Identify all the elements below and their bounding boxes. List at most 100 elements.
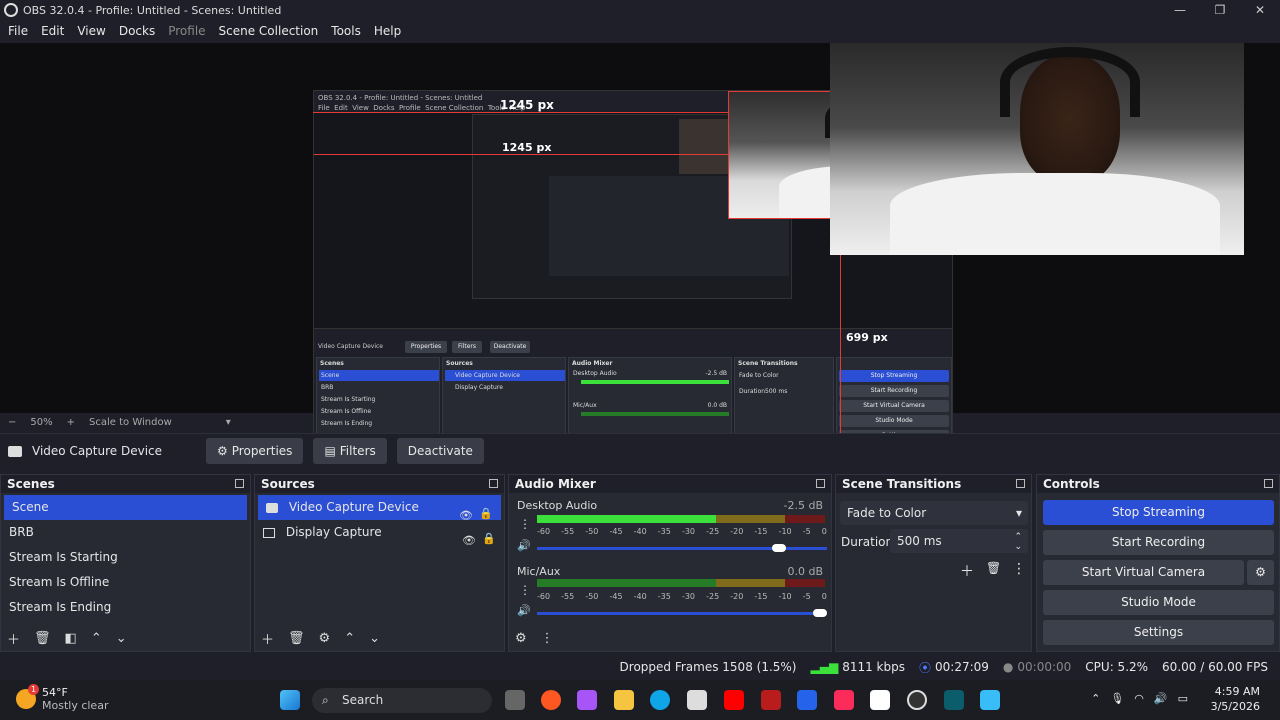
more-options-icon[interactable]: ⋮ bbox=[541, 631, 554, 646]
search-icon: ⌕ bbox=[322, 693, 329, 707]
maximize-button[interactable]: ❐ bbox=[1200, 0, 1240, 20]
nested-menu-view: View bbox=[352, 104, 369, 112]
volume-slider[interactable] bbox=[537, 544, 827, 552]
menu-help[interactable]: Help bbox=[374, 24, 401, 38]
microphone-icon[interactable]: 🎙 bbox=[1110, 692, 1124, 705]
menu-bar: File Edit View Docks Profile Scene Colle… bbox=[0, 20, 1280, 42]
webcam-feed[interactable] bbox=[830, 43, 1244, 255]
more-options-icon[interactable]: ⋮ bbox=[519, 583, 531, 597]
remove-source-icon[interactable]: 🗑 bbox=[288, 631, 305, 646]
slider-knob[interactable] bbox=[813, 609, 827, 617]
virtual-camera-settings-button[interactable]: ⚙ bbox=[1247, 560, 1274, 585]
start-recording-button[interactable]: Start Recording bbox=[1043, 530, 1274, 555]
visibility-eye-icon[interactable]: 👁 bbox=[462, 528, 476, 553]
gear-icon[interactable]: ⚙ bbox=[319, 631, 331, 646]
copilot-icon[interactable] bbox=[577, 690, 597, 710]
capcut-icon[interactable] bbox=[870, 690, 890, 710]
file-explorer-icon[interactable] bbox=[614, 690, 634, 710]
remove-transition-icon[interactable]: 🗑 bbox=[986, 561, 1001, 575]
obs-icon[interactable] bbox=[907, 690, 927, 710]
weather-widget[interactable]: 1 54°F Mostly clear bbox=[16, 684, 108, 712]
scene-item[interactable]: Stream Is Offline bbox=[1, 570, 250, 595]
undock-icon[interactable] bbox=[1016, 479, 1025, 488]
edge-icon[interactable] bbox=[650, 690, 670, 710]
task-view-icon[interactable] bbox=[505, 690, 525, 710]
scale-tick: -60 bbox=[537, 592, 551, 601]
nested-duration-value: 500 ms bbox=[765, 388, 788, 395]
taskbar-search[interactable]: ⌕ Search bbox=[312, 688, 492, 713]
chevron-down-icon[interactable]: ▾ bbox=[226, 417, 231, 428]
add-source-icon[interactable]: ＋ bbox=[261, 629, 274, 648]
menu-view[interactable]: View bbox=[77, 24, 105, 38]
zoom-out-button[interactable]: − bbox=[8, 417, 16, 428]
move-down-icon[interactable]: ⌄ bbox=[116, 631, 127, 646]
windows-start-icon[interactable] bbox=[280, 690, 300, 710]
menu-scene-collection[interactable]: Scene Collection bbox=[219, 24, 319, 38]
store-icon[interactable] bbox=[687, 690, 707, 710]
scene-filters-icon[interactable]: ◧ bbox=[65, 631, 77, 646]
clock[interactable]: 4:59 AM 3/5/2026 bbox=[1211, 684, 1260, 714]
add-scene-icon[interactable]: ＋ bbox=[7, 629, 20, 648]
undock-icon[interactable] bbox=[816, 479, 825, 488]
move-down-icon[interactable]: ⌄ bbox=[369, 631, 380, 646]
filters-button[interactable]: ▤ Filters bbox=[313, 438, 387, 464]
netflix-icon[interactable] bbox=[761, 690, 781, 710]
speaker-icon[interactable]: 🔊 bbox=[517, 604, 531, 617]
move-up-icon[interactable]: ⌃ bbox=[344, 631, 355, 646]
zoom-in-button[interactable]: + bbox=[67, 417, 75, 428]
deactivate-button[interactable]: Deactivate bbox=[396, 438, 484, 464]
menu-tools[interactable]: Tools bbox=[331, 24, 361, 38]
properties-button[interactable]: ⚙ Properties bbox=[206, 438, 304, 464]
preview-area[interactable]: OBS 32.0.4 - Profile: Untitled - Scenes:… bbox=[0, 43, 1280, 451]
app-icon[interactable] bbox=[797, 690, 817, 710]
scenes-title: Scenes bbox=[7, 477, 55, 491]
notepad-icon[interactable] bbox=[980, 690, 1000, 710]
menu-docks[interactable]: Docks bbox=[119, 24, 155, 38]
start-virtual-camera-button[interactable]: Start Virtual Camera bbox=[1043, 560, 1244, 585]
more-options-icon[interactable]: ⋮ bbox=[519, 517, 531, 531]
volume-icon[interactable]: 🔊 bbox=[1154, 692, 1168, 705]
wifi-icon[interactable]: ◠ bbox=[1134, 692, 1144, 705]
youtube-icon[interactable] bbox=[724, 690, 744, 710]
more-options-icon[interactable]: ⋮ bbox=[1012, 561, 1026, 577]
scene-item[interactable]: Stream Is Ending bbox=[1, 595, 250, 620]
gear-icon[interactable]: ⚙ bbox=[515, 631, 527, 646]
transition-select[interactable]: Fade to Color ▾ bbox=[840, 501, 1028, 525]
menu-file[interactable]: File bbox=[8, 24, 28, 38]
speaker-icon[interactable]: 🔊 bbox=[517, 539, 531, 552]
close-button[interactable]: ✕ bbox=[1240, 0, 1280, 20]
menu-profile[interactable]: Profile bbox=[168, 24, 205, 38]
undock-icon[interactable] bbox=[489, 479, 498, 488]
lock-icon[interactable]: 🔒 bbox=[482, 526, 496, 551]
scene-item[interactable]: BRB bbox=[1, 520, 250, 545]
menu-edit[interactable]: Edit bbox=[41, 24, 64, 38]
studio-mode-button[interactable]: Studio Mode bbox=[1043, 590, 1274, 615]
source-item[interactable]: Video Capture Device 👁 🔒 bbox=[258, 495, 501, 522]
settings-button[interactable]: Settings bbox=[1043, 620, 1274, 645]
slider-knob[interactable] bbox=[772, 544, 787, 552]
undock-icon[interactable] bbox=[1264, 479, 1273, 488]
undock-icon[interactable] bbox=[235, 479, 244, 488]
add-transition-icon[interactable]: ＋ bbox=[960, 561, 974, 581]
source-context-bar: Video Capture Device ⚙ Properties ▤ Filt… bbox=[0, 433, 1280, 468]
volume-slider[interactable] bbox=[537, 609, 827, 617]
spin-down-icon[interactable]: ⌄ bbox=[1014, 535, 1022, 559]
minimize-button[interactable]: — bbox=[1160, 0, 1200, 20]
app-icon[interactable] bbox=[541, 690, 561, 710]
scene-item[interactable]: Scene bbox=[4, 495, 247, 520]
scale-mode-select[interactable]: Scale to Window bbox=[89, 417, 172, 428]
duration-input[interactable]: 500 ms ⌃ ⌄ bbox=[890, 529, 1028, 553]
chevron-up-icon[interactable]: ⌃ bbox=[1091, 692, 1100, 705]
scale-tick: -5 bbox=[802, 592, 811, 601]
scene-item[interactable]: Stream Is Starting bbox=[1, 545, 250, 570]
nested-scenes-title: Scenes bbox=[320, 360, 344, 367]
music-icon[interactable] bbox=[834, 690, 854, 710]
app-icon[interactable] bbox=[944, 690, 964, 710]
stop-streaming-button[interactable]: Stop Streaming bbox=[1043, 500, 1274, 525]
nested-source-name: Video Capture Device bbox=[318, 343, 384, 350]
battery-icon[interactable]: ▭ bbox=[1178, 692, 1188, 705]
source-item[interactable]: Display Capture 👁 🔒 bbox=[255, 520, 504, 547]
scale-tick: 0 bbox=[821, 592, 827, 601]
move-up-icon[interactable]: ⌃ bbox=[91, 631, 102, 646]
remove-scene-icon[interactable]: 🗑 bbox=[34, 631, 51, 646]
